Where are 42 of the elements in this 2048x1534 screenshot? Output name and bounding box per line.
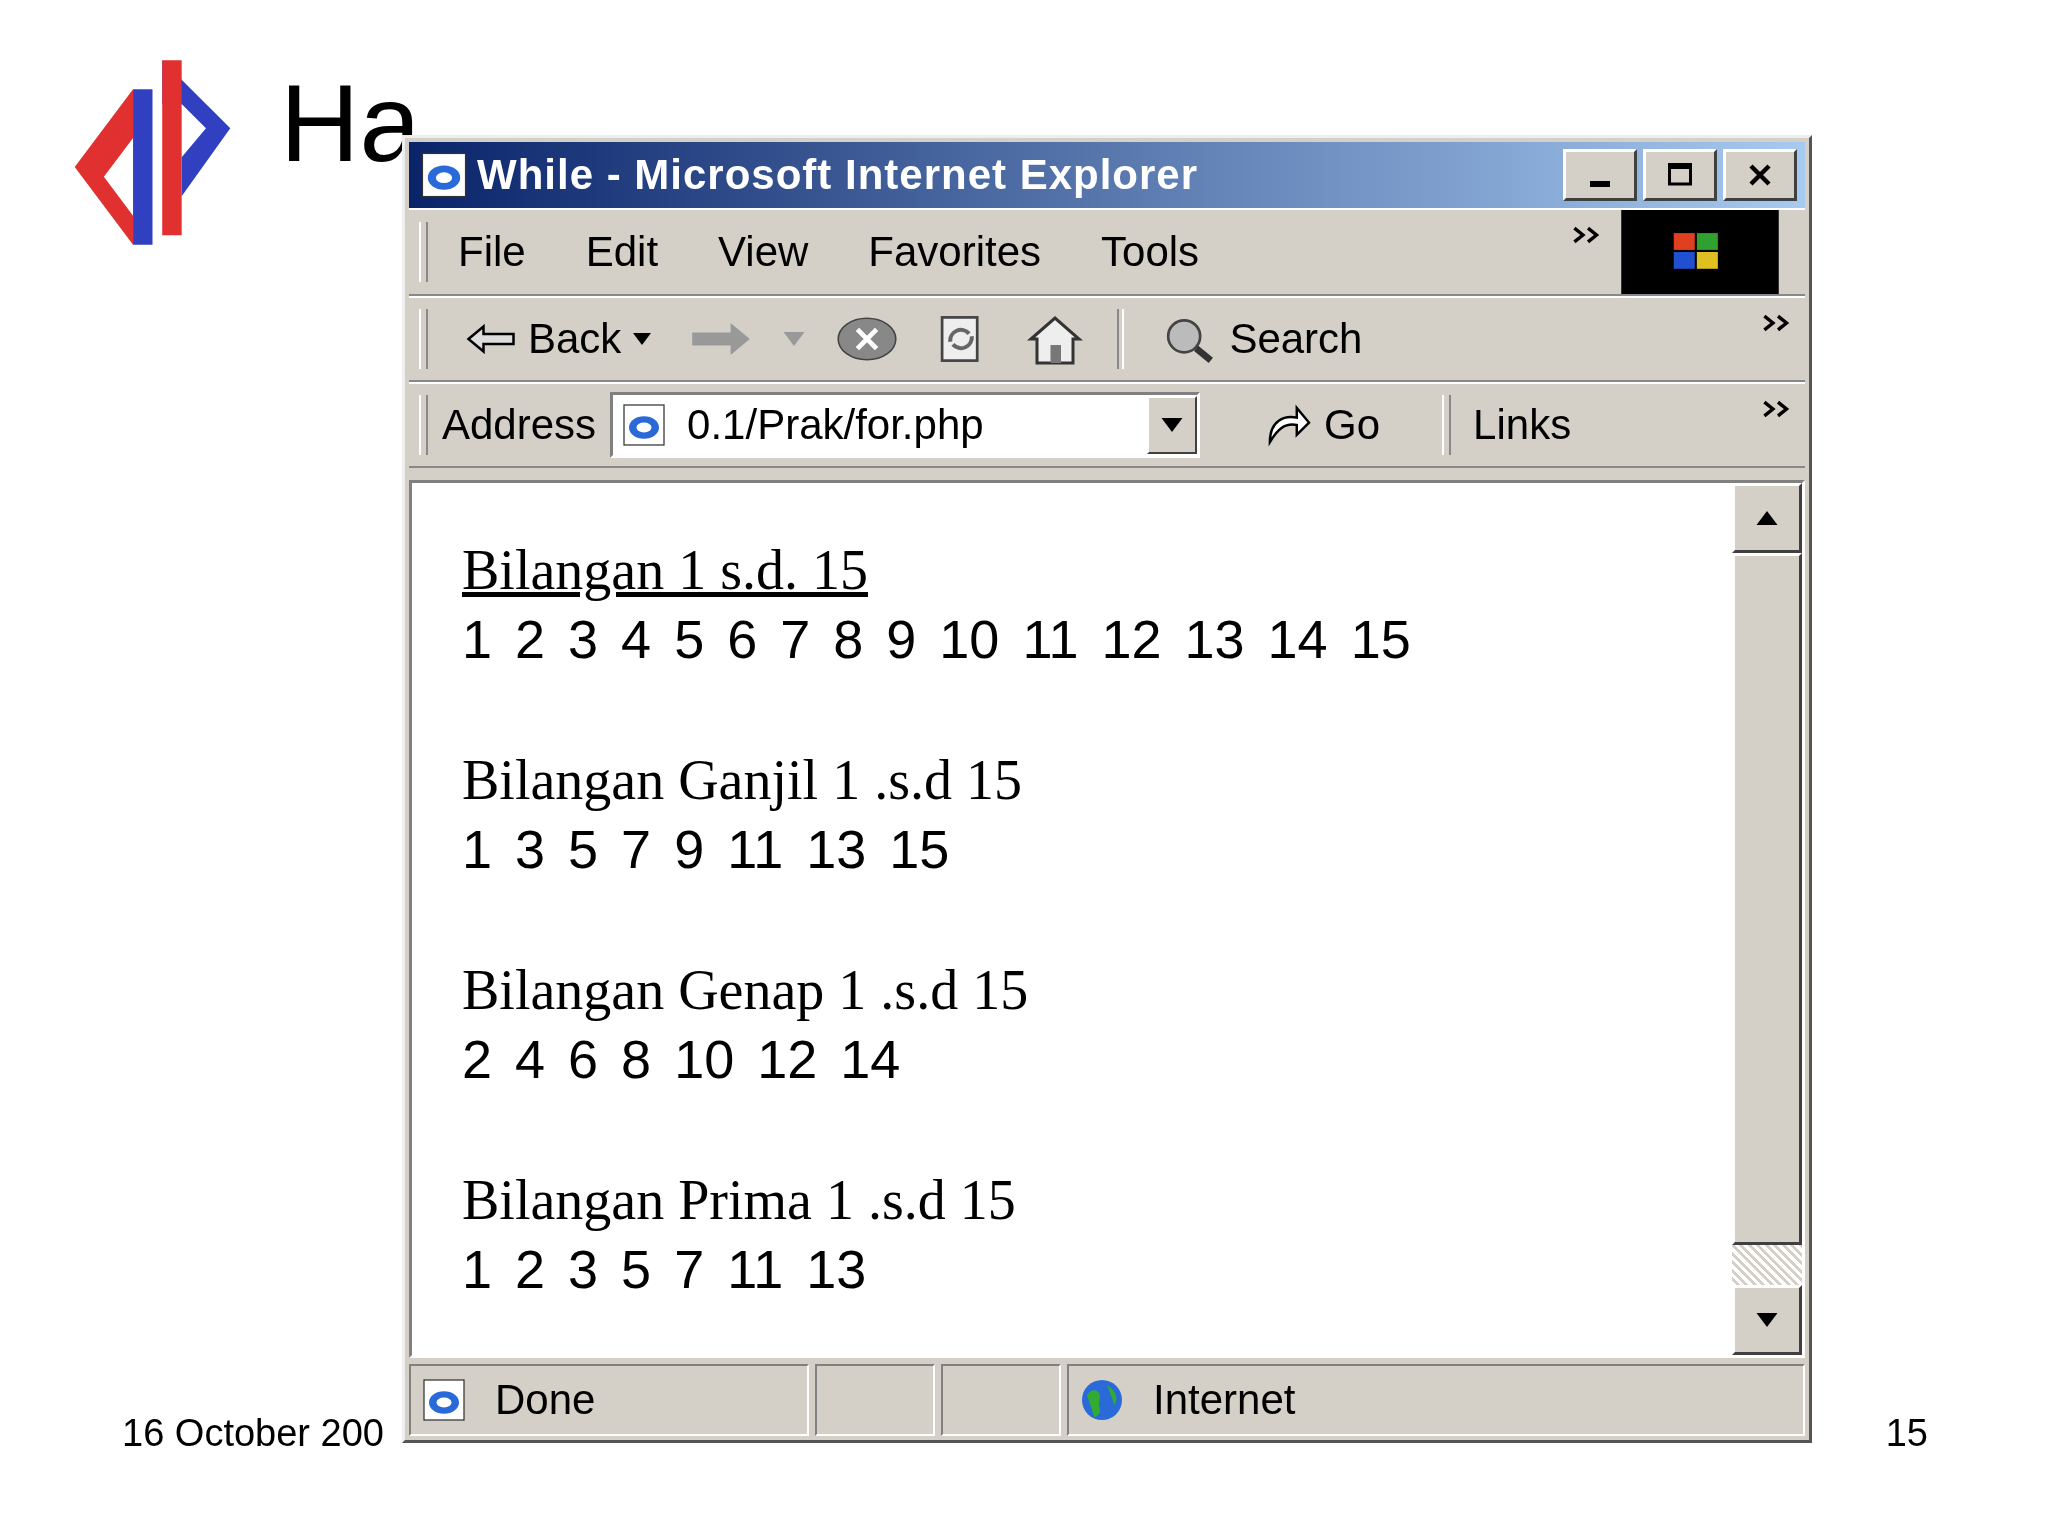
links-button[interactable]: Links bbox=[1465, 401, 1580, 449]
section-heading: Bilangan Genap 1 .s.d 15 bbox=[462, 958, 1029, 1022]
toolbar-separator bbox=[1117, 309, 1125, 369]
go-button[interactable]: Go bbox=[1254, 401, 1389, 449]
scrollbar[interactable] bbox=[1732, 483, 1802, 1355]
up-arrow-icon bbox=[1755, 511, 1779, 525]
search-button[interactable]: Search bbox=[1154, 315, 1371, 363]
number-list: 1 2 3 4 5 6 7 8 9 10 11 12 13 14 15 bbox=[462, 608, 1411, 670]
caret-icon bbox=[1161, 418, 1184, 432]
section-heading: Bilangan Prima 1 .s.d 15 bbox=[462, 1168, 1016, 1232]
menu-item[interactable]: File bbox=[428, 228, 556, 276]
toolbar-grip[interactable] bbox=[419, 395, 428, 455]
section-heading: Bilangan Ganjil 1 .s.d 15 bbox=[462, 748, 1022, 812]
toolbar-grip[interactable] bbox=[419, 309, 428, 369]
page-number: 15 bbox=[1885, 1412, 1928, 1455]
dropdown-button[interactable] bbox=[1147, 396, 1198, 454]
down-arrow-icon bbox=[1755, 1313, 1779, 1327]
back-button[interactable]: Back bbox=[458, 315, 660, 363]
number-list: 1 3 5 7 9 11 13 15 bbox=[462, 818, 950, 880]
address-field[interactable]: 0.1/Prak/for.php bbox=[610, 392, 1201, 458]
close-button[interactable] bbox=[1723, 149, 1797, 201]
menu-item[interactable]: Tools bbox=[1071, 228, 1230, 276]
status-pane: Done bbox=[409, 1364, 809, 1436]
menu-item[interactable]: Edit bbox=[555, 228, 689, 276]
address-label: Address bbox=[442, 401, 597, 449]
number-list: 1 2 3 5 7 11 13 bbox=[462, 1238, 867, 1300]
scroll-track[interactable] bbox=[1732, 1245, 1802, 1285]
menu-item[interactable]: View bbox=[688, 228, 839, 276]
scroll-thumb[interactable] bbox=[1732, 553, 1802, 1245]
number-list: 2 4 6 8 10 12 14 bbox=[462, 1028, 901, 1090]
maximize-button[interactable] bbox=[1643, 149, 1717, 201]
window-title: While - Microsoft Internet Explorer bbox=[477, 151, 1200, 199]
minimize-icon bbox=[1590, 181, 1610, 187]
heading-link[interactable]: Bilangan 1 s.d. 15 bbox=[462, 538, 868, 602]
minimize-button[interactable] bbox=[1563, 149, 1637, 201]
toolbar-grip[interactable] bbox=[1442, 395, 1452, 455]
toolbar-grip[interactable] bbox=[419, 222, 428, 282]
menu-item[interactable]: Favorites bbox=[838, 228, 1072, 276]
footer-date: 16 October 200 bbox=[122, 1412, 384, 1455]
back-arrow-icon bbox=[466, 324, 516, 354]
zone-pane: Internet bbox=[1067, 1364, 1805, 1436]
caret-icon bbox=[633, 333, 652, 345]
